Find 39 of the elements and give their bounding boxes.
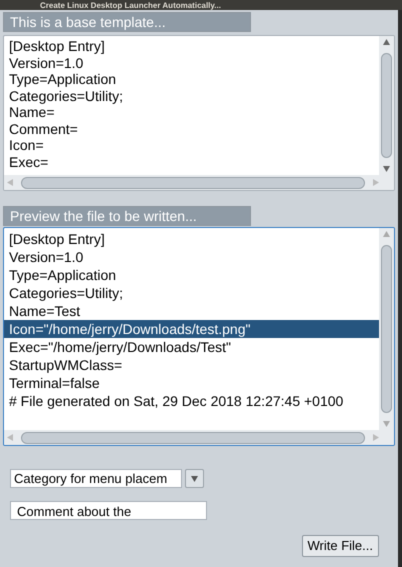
category-field[interactable]: Category for menu placem <box>10 469 182 488</box>
scroll-thumb[interactable] <box>381 53 392 158</box>
scroll-left-icon[interactable] <box>7 434 13 441</box>
write-file-button[interactable]: Write File... <box>302 535 379 557</box>
text-line: Icon= <box>8 137 45 154</box>
vertical-scrollbar[interactable] <box>379 228 394 430</box>
text-line: Name= <box>8 104 56 120</box>
section-label: Preview the file to be written... <box>3 206 251 226</box>
comment-field[interactable]: Comment about the <box>10 501 207 520</box>
scroll-right-icon[interactable] <box>373 434 379 441</box>
text-line: Categories=Utility; <box>8 88 124 104</box>
text-line: Comment= <box>8 120 79 137</box>
text-line: Type=Application <box>8 266 118 284</box>
vertical-scrollbar[interactable] <box>379 36 394 175</box>
horizontal-scrollbar[interactable] <box>4 430 394 445</box>
scroll-thumb[interactable] <box>21 432 365 444</box>
scroll-up-icon[interactable] <box>383 39 390 45</box>
text-line: Terminal=false <box>8 374 101 392</box>
caret-icon <box>191 476 198 482</box>
scroll-thumb[interactable] <box>21 176 365 188</box>
text-line: Type=Application <box>8 71 118 88</box>
text-line: Version=1.0 <box>8 248 84 266</box>
scroll-right-icon[interactable] <box>373 179 379 186</box>
window-title: Create Linux Desktop Launcher Automatically... <box>40 0 221 10</box>
horizontal-scrollbar[interactable] <box>4 175 394 190</box>
text-line: Version=1.0 <box>8 54 84 71</box>
text-line: StartupWMClass= <box>8 356 124 374</box>
section-label: This is a base template... <box>3 12 251 32</box>
text-line: Exec= <box>8 154 50 170</box>
text-line: # File generated on Sat, 29 Dec 2018 12:27:45 +0100 <box>8 392 344 410</box>
text-line: Categories=Utility; <box>8 284 124 302</box>
text-line: [Desktop Entry] <box>8 38 106 54</box>
text-line: [Desktop Entry] <box>8 230 106 248</box>
text-line: Exec="/home/jerry/Downloads/Test" <box>8 338 232 356</box>
scroll-left-icon[interactable] <box>7 179 13 186</box>
text-line: Name=Test <box>8 302 82 320</box>
dropdown-button[interactable] <box>185 469 204 488</box>
scroll-down-icon[interactable] <box>383 166 390 172</box>
scroll-thumb[interactable] <box>381 245 392 413</box>
